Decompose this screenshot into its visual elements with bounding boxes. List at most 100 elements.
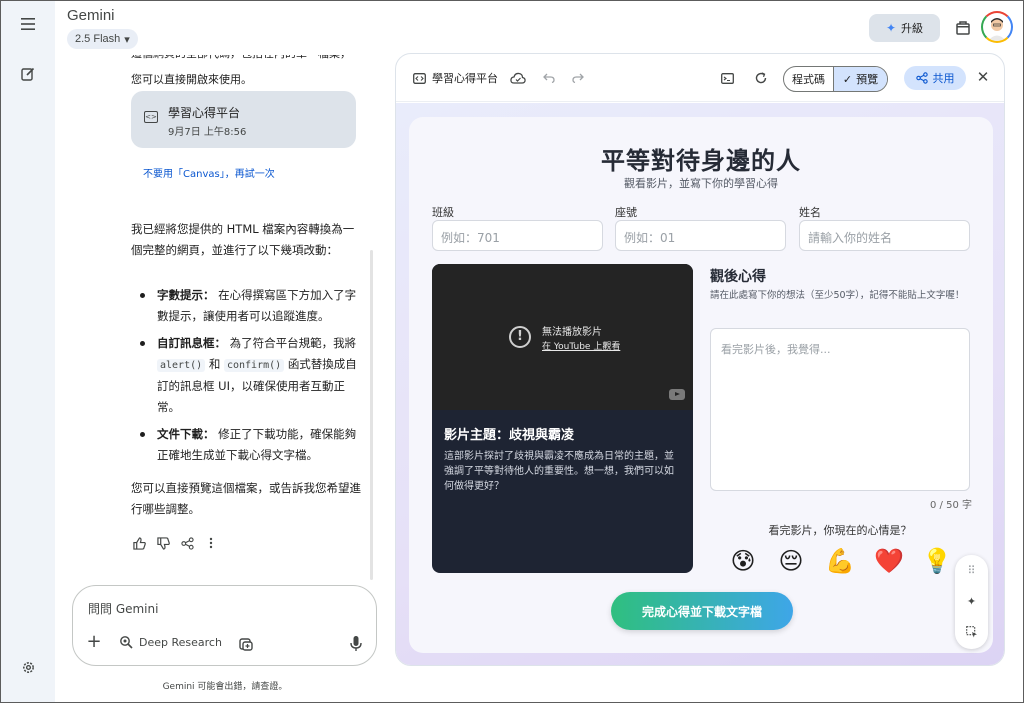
mood-question: 看完影片，你現在的心情是？: [768, 524, 912, 537]
bullet-heading: 自訂訊息框：: [157, 336, 226, 350]
canvas-title: 學習心得平台: [432, 72, 498, 85]
no-canvas-retry-link[interactable]: 不要用「Canvas」，再試一次: [143, 165, 275, 180]
code-brackets-icon: [411, 70, 427, 86]
share-button[interactable]: 共用: [904, 66, 966, 90]
model-selector[interactable]: 2.5 Flash ▾: [67, 29, 138, 49]
seat-label: 座號: [615, 206, 637, 219]
reflection-hint: 請在此處寫下你的想法（至少50字），記得不能貼上文字喔！: [710, 290, 965, 301]
bullet-heading: 字數提示：: [157, 288, 215, 302]
share-label: 共用: [932, 72, 955, 85]
canvas-toolbar: 學習心得平台 程式碼 ✓ 預覽 共用 ✕: [396, 54, 1004, 102]
prompt-input[interactable]: 問問 Gemini: [88, 600, 158, 617]
upgrade-button[interactable]: ✦ 升級: [869, 14, 940, 42]
mood-sad-icon[interactable]: 😔: [775, 545, 807, 577]
cloud-sync-icon[interactable]: [510, 70, 526, 86]
intro-text: 這個網頁的全部代碼，包括在內的單一檔案， 您可以直接開啟來使用。: [131, 55, 371, 93]
file-card-date: 9月7日 上午8:56: [168, 127, 247, 138]
undo-icon[interactable]: [541, 70, 557, 86]
bullet-heading: 文件下載：: [157, 427, 215, 441]
intro-line-1: 這個網頁的全部代碼，包括在內的單一檔案，: [131, 55, 371, 67]
video-error-text: 無法播放影片: [542, 327, 602, 338]
chat-column: 這個網頁的全部代碼，包括在內的單一檔案， 您可以直接開啟來使用。 <> 學習心得…: [55, 55, 380, 585]
upgrade-label: 升級: [901, 22, 924, 35]
video-topic: 影片主題：歧視與霸凌: [444, 428, 575, 443]
reflection-textarea[interactable]: 看完影片後，我覺得...: [710, 328, 970, 491]
avatar[interactable]: [981, 11, 1013, 43]
more-options-icon[interactable]: [203, 535, 219, 551]
page-title: 平等對待身邊的人: [601, 147, 801, 175]
add-icon[interactable]: +: [85, 633, 103, 652]
inline-code: alert(): [157, 359, 206, 372]
close-icon[interactable]: ✕: [974, 68, 992, 86]
canvas-tool-icon[interactable]: [238, 636, 254, 652]
reflection-title: 觀後心得: [710, 269, 766, 285]
drag-handle-icon[interactable]: ⠿: [963, 562, 980, 579]
video-description: 這部影片探討了歧視與霸凌不應成為日常的主題，並強調了平等對待他人的重要性。想一想…: [444, 451, 674, 492]
new-chat-icon[interactable]: [12, 58, 44, 90]
bullet-text: 和: [208, 357, 221, 371]
file-card-title: 學習心得平台: [168, 106, 241, 120]
name-input[interactable]: 請輸入你的姓名: [799, 220, 970, 251]
prompt-composer: 問問 Gemini + Deep Research: [72, 585, 377, 666]
tab-preview-label: 預覽: [856, 73, 879, 86]
model-name: 2.5 Flash: [75, 33, 121, 45]
error-icon: !: [509, 326, 531, 348]
submit-download-button[interactable]: 完成心得並下載文字檔: [611, 592, 793, 630]
canvas-file-card[interactable]: <> 學習心得平台 9月7日 上午8:56: [131, 91, 356, 148]
side-rail: [0, 0, 55, 703]
list-item: 字數提示： 在心得撰寫區下方加入了字數提示，讓使用者可以追蹤進度。: [135, 285, 360, 327]
video-player[interactable]: ! 無法播放影片 在 YouTube 上觀看: [432, 264, 693, 410]
shopping-bag-icon[interactable]: [952, 16, 974, 38]
word-count: 0 / 50 字: [930, 500, 972, 511]
view-toggle: 程式碼 ✓ 預覽: [783, 66, 888, 92]
deep-research-label: Deep Research: [139, 635, 222, 649]
class-input[interactable]: 例如：701: [432, 220, 603, 251]
preview-card: 平等對待身邊的人 觀看影片，並寫下你的學習心得 班級 例如：701 座號 例如：…: [409, 117, 993, 653]
floating-edit-toolbar: ⠿ ✦: [955, 555, 988, 649]
mood-heart-icon[interactable]: ❤️: [873, 545, 905, 577]
list-item: 自訂訊息框： 為了符合平台規範，我將 alert() 和 confirm() 函…: [135, 333, 360, 418]
change-list: 字數提示： 在心得撰寫區下方加入了字數提示，讓使用者可以追蹤進度。 自訂訊息框：…: [135, 285, 360, 472]
disclaimer-text: Gemini 可能會出錯，請查證。: [162, 682, 288, 692]
app-title: Gemini: [67, 7, 115, 24]
microphone-icon[interactable]: [349, 635, 363, 653]
inline-code: confirm(): [223, 359, 285, 372]
mood-anxious-icon[interactable]: 😰: [727, 545, 759, 577]
deep-research-icon: [120, 636, 133, 649]
chevron-down-icon: ▾: [124, 33, 130, 46]
check-icon: ✓: [842, 72, 853, 86]
youtube-icon[interactable]: [669, 389, 685, 400]
share-icon: [915, 72, 928, 84]
name-label: 姓名: [799, 206, 821, 219]
class-label: 班級: [432, 206, 454, 219]
menu-icon[interactable]: [12, 8, 44, 40]
code-file-icon: <>: [144, 111, 158, 123]
sparkle-edit-icon[interactable]: ✦: [963, 593, 980, 610]
console-icon[interactable]: [719, 70, 735, 86]
mood-strong-icon[interactable]: 💪: [824, 545, 856, 577]
mood-idea-icon[interactable]: 💡: [921, 545, 953, 577]
thumbs-up-icon[interactable]: [131, 535, 147, 551]
tab-code[interactable]: 程式碼: [784, 67, 834, 91]
chat-scrollbar[interactable]: [370, 250, 373, 580]
refresh-icon[interactable]: [753, 70, 769, 86]
share-icon[interactable]: [179, 535, 195, 551]
list-item: 文件下載： 修正了下載功能，確保能夠正確地生成並下載心得文字檔。: [135, 424, 360, 466]
preview-stage: 平等對待身邊的人 觀看影片，並寫下你的學習心得 班級 例如：701 座號 例如：…: [396, 103, 1004, 665]
bullet-text: 為了符合平台規範，我將: [229, 336, 357, 350]
intro-line-2: 您可以直接開啟來使用。: [131, 73, 252, 86]
deep-research-button[interactable]: Deep Research: [119, 635, 222, 649]
response-paragraph-2: 您可以直接預覽這個檔案，或告訴我您希望進行哪些調整。: [131, 481, 361, 516]
canvas-panel: 學習心得平台 程式碼 ✓ 預覽 共用 ✕ 平等對待身邊的人 觀看影片，並寫下你的…: [395, 53, 1005, 666]
sparkle-icon: ✦: [885, 21, 897, 35]
select-region-icon[interactable]: [963, 623, 980, 640]
thumbs-down-icon[interactable]: [155, 535, 171, 551]
response-paragraph-1: 我已經將您提供的 HTML 檔案內容轉換為一個完整的網頁，並進行了以下幾項改動：: [131, 222, 355, 257]
tab-preview[interactable]: ✓ 預覽: [834, 67, 887, 91]
seat-input[interactable]: 例如：01: [615, 220, 786, 251]
video-card: ! 無法播放影片 在 YouTube 上觀看 影片主題：歧視與霸凌 這部影片探討…: [432, 264, 693, 573]
page-subtitle: 觀看影片，並寫下你的學習心得: [624, 177, 778, 190]
redo-icon[interactable]: [570, 70, 586, 86]
watch-on-youtube-link[interactable]: 在 YouTube 上觀看: [542, 339, 620, 352]
response-actions: [131, 535, 219, 551]
